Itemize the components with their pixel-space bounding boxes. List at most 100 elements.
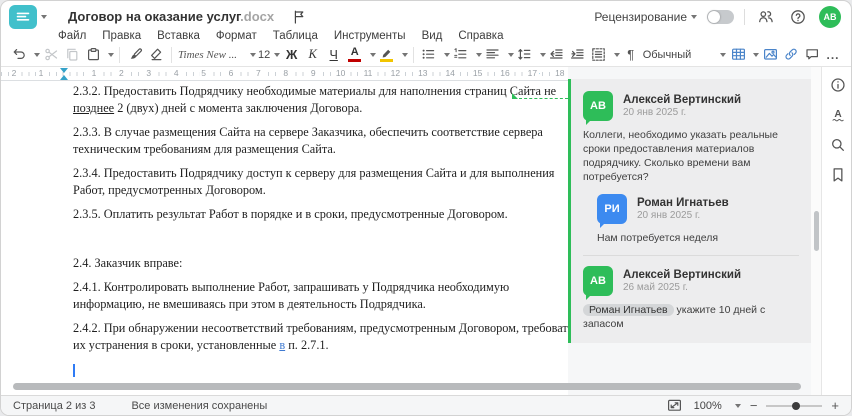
cut-button[interactable]	[41, 44, 61, 65]
review-mode-select[interactable]: Рецензирование	[594, 10, 697, 24]
comment-thread-card[interactable]: АВ Алексей Вертинский 20 янв 2025 г. Коллег…	[568, 79, 811, 343]
paragraph[interactable]	[73, 231, 568, 247]
horizontal-ruler[interactable]: 2 1 1 2 3 4 5 6 7 8 9 10 11 12 13 14 15 16 17 18	[1, 67, 568, 81]
font-size-select[interactable]: 12	[258, 44, 281, 65]
page-indicator[interactable]: Страница 2 из 3	[13, 400, 95, 412]
underline-button[interactable]: Ч	[324, 44, 344, 65]
menu-item-Вставка[interactable]: Вставка	[157, 30, 200, 42]
zoom-caret-icon[interactable]	[734, 403, 741, 408]
comment-reply[interactable]: РИ Роман Игнатьев 20 янв 2025 г. Нам потреб…	[597, 194, 799, 245]
copy-button[interactable]	[62, 44, 82, 65]
comment[interactable]: АВ Алексей Вертинский 20 янв 2025 г. Коллег…	[583, 91, 799, 184]
bullet-list-button[interactable]	[419, 44, 439, 65]
menu-item-Формат[interactable]: Формат	[216, 30, 257, 42]
zoom-slider-knob[interactable]	[791, 401, 800, 410]
info-icon[interactable]	[828, 76, 848, 94]
zoom-out-button[interactable]: −	[750, 399, 758, 412]
menu-item-Справка[interactable]: Справка	[458, 30, 503, 42]
vertical-scrollbar-thumb[interactable]	[814, 211, 819, 251]
zoom-slider[interactable]	[766, 400, 823, 412]
font-color-button[interactable]: А	[345, 44, 365, 65]
undo-caret-icon[interactable]	[34, 52, 40, 57]
paragraph[interactable]: 2.4.1. Контролировать выполнение Работ, …	[73, 279, 568, 312]
paragraph[interactable]: 2.4. Заказчик вправе:	[73, 255, 568, 272]
highlight-caret-icon[interactable]	[401, 52, 408, 57]
paragraph-settings-button[interactable]	[589, 44, 609, 65]
link-button[interactable]	[781, 44, 801, 65]
paste-button[interactable]	[83, 44, 103, 65]
outdent-button[interactable]	[547, 44, 567, 65]
logo-menu-caret-icon[interactable]	[41, 14, 47, 19]
toolbar-divider	[412, 46, 414, 63]
numbered-list-button[interactable]	[451, 44, 471, 65]
undo-button[interactable]	[9, 44, 29, 65]
ruler-number: 15	[470, 68, 485, 79]
clear-style-button[interactable]	[146, 44, 166, 65]
mention-pill[interactable]: Роман Игнатьев	[583, 304, 674, 316]
spellcheck-icon[interactable]: А	[828, 106, 848, 124]
comment-text: Нам потребуется неделя	[597, 232, 719, 244]
comment-button[interactable]	[802, 44, 822, 65]
format-painter-button[interactable]	[125, 44, 145, 65]
comment-avatar: АВ	[583, 91, 613, 125]
paragraph[interactable]: 2.4.2. При обнаружении несоответствий тр…	[73, 320, 568, 353]
show-marks-button[interactable]: ¶	[621, 44, 641, 65]
bold-button[interactable]: Ж	[282, 44, 302, 65]
svg-text:А: А	[834, 109, 842, 120]
status-bar: Страница 2 из 3 Все изменения сохранены …	[1, 395, 851, 415]
font-name-select[interactable]: Times New ...	[177, 44, 257, 65]
menu-item-Инструменты[interactable]: Инструменты	[334, 30, 406, 42]
text-cursor	[73, 363, 75, 377]
highlight-button[interactable]	[377, 44, 397, 65]
numbered-list-caret-icon[interactable]	[475, 52, 482, 57]
table-button[interactable]	[728, 44, 748, 65]
chevron-down-icon	[249, 52, 256, 57]
title-bar: Договор на оказание услуг.docx Рецензиро…	[1, 1, 851, 29]
bookmark-icon[interactable]	[828, 166, 848, 184]
italic-button[interactable]: К	[303, 44, 323, 65]
first-line-indent-marker[interactable]	[60, 68, 68, 73]
document-page[interactable]: 2.3.2. Предоставить Подрядчику необходим…	[1, 81, 568, 395]
paragraph[interactable]: 2.3.5. Оплатить результат Работ в порядк…	[73, 206, 568, 223]
paragraph[interactable]: 2.3.2. Предоставить Подрядчику необходим…	[73, 83, 568, 116]
paste-caret-icon[interactable]	[108, 52, 114, 57]
align-caret-icon[interactable]	[507, 52, 514, 57]
bullet-list-caret-icon[interactable]	[443, 52, 450, 57]
app-logo-button[interactable]	[9, 4, 37, 29]
flag-icon[interactable]	[288, 6, 310, 28]
horizontal-scrollbar-thumb[interactable]	[13, 383, 801, 390]
ruler-number: 11	[361, 68, 375, 79]
paragraph[interactable]: 2.3.3. В случае размещения Сайта на серв…	[73, 124, 568, 157]
style-select[interactable]: Обычный	[642, 44, 727, 65]
line-spacing-button[interactable]	[515, 44, 535, 65]
help-icon[interactable]	[787, 6, 809, 28]
document-title[interactable]: Договор на оказание услуг.docx	[68, 9, 274, 24]
review-toggle[interactable]	[707, 9, 734, 24]
more-button[interactable]: ...	[823, 44, 843, 65]
image-button[interactable]	[760, 44, 780, 65]
zoom-value[interactable]: 100%	[694, 400, 722, 412]
menu-item-Таблица[interactable]: Таблица	[273, 30, 318, 42]
comment-text: Коллеги, необходимо указать реальные сро…	[583, 129, 778, 183]
menu-item-Файл[interactable]: Файл	[58, 30, 86, 42]
table-caret-icon[interactable]	[753, 52, 759, 57]
vertical-scrollbar[interactable]	[811, 67, 821, 395]
comment-date: 26 май 2025 г.	[623, 282, 688, 293]
left-indent-marker[interactable]	[60, 75, 68, 80]
collaboration-icon[interactable]	[755, 6, 777, 28]
toolbar: Times New ... 12 Ж К Ч А ¶ Обычный ...	[1, 43, 851, 67]
search-icon[interactable]	[828, 136, 848, 154]
menu-item-Вид[interactable]: Вид	[422, 30, 443, 42]
line-spacing-caret-icon[interactable]	[539, 52, 546, 57]
user-avatar[interactable]: АВ	[819, 5, 841, 28]
zoom-in-button[interactable]: +	[831, 399, 839, 412]
paragraph[interactable]: 2.3.4. Предоставить Подрядчику доступ к …	[73, 165, 568, 198]
paragraph-settings-caret-icon[interactable]	[613, 52, 620, 57]
indent-button[interactable]	[568, 44, 588, 65]
align-button[interactable]	[483, 44, 503, 65]
font-color-caret-icon[interactable]	[369, 52, 376, 57]
comment[interactable]: АВ Алексей Вертинский 26 май 2025 г. Роман …	[583, 266, 799, 331]
menu-item-Правка[interactable]: Правка	[102, 30, 141, 42]
fit-width-icon[interactable]	[665, 397, 685, 415]
toolbar-divider	[119, 46, 120, 63]
